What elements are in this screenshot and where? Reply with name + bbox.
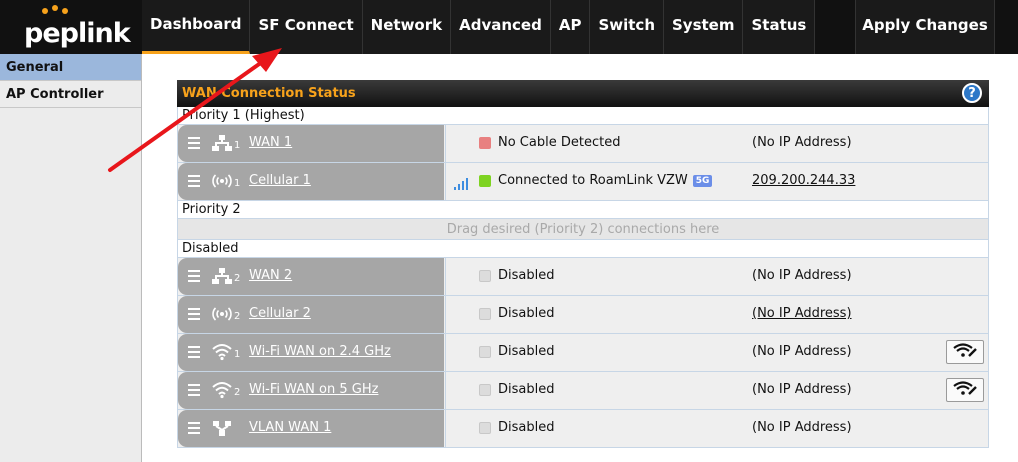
status-cell: Connected to RoamLink VZW 5G <box>445 163 745 200</box>
wan-row-vlan-wan-1: VLAN WAN 1 Disabled (No IP Address) <box>177 410 989 448</box>
connection-name-link[interactable]: Cellular 1 <box>249 173 311 188</box>
connection-name-link[interactable]: Wi-Fi WAN on 5 GHz <box>249 382 378 397</box>
wifi-settings-button[interactable] <box>946 340 984 364</box>
drag-handle-icon[interactable] <box>188 422 200 437</box>
cellular-icon <box>212 305 232 323</box>
network-type-badge: 5G <box>692 175 713 187</box>
wifi-settings-button[interactable] <box>946 378 984 402</box>
connection-handle[interactable]: VLAN WAN 1 <box>178 410 444 447</box>
nav-tab-ap[interactable]: AP <box>550 0 591 54</box>
connection-handle[interactable]: 1 WAN 1 <box>178 125 444 162</box>
status-indicator <box>479 270 491 282</box>
status-indicator <box>479 384 491 396</box>
status-text: Connected to RoamLink VZW 5G <box>498 173 713 188</box>
status-indicator <box>479 308 491 320</box>
connection-name-link[interactable]: Wi-Fi WAN on 2.4 GHz <box>249 344 391 359</box>
status-cell: Disabled <box>445 372 745 409</box>
connection-handle[interactable]: 1 Cellular 1 <box>178 163 444 200</box>
status-indicator <box>479 346 491 358</box>
wan-connection-status-panel: WAN Connection Status ? Priority 1 (High… <box>177 80 989 448</box>
connection-name-link[interactable]: WAN 2 <box>249 268 292 283</box>
status-indicator <box>479 175 491 187</box>
status-text: Disabled <box>498 382 555 397</box>
connection-name-link[interactable]: WAN 1 <box>249 135 292 150</box>
sidebar-item-general[interactable]: General <box>0 54 141 81</box>
cellular-icon <box>212 172 232 190</box>
nav-tab-status[interactable]: Status <box>743 0 816 54</box>
drag-handle-icon[interactable] <box>188 175 200 190</box>
wifi-icon <box>212 343 232 361</box>
connection-index: 2 <box>234 311 241 322</box>
status-text: Disabled <box>498 344 555 359</box>
panel-title: WAN Connection Status <box>182 86 356 101</box>
priority-1-label: Priority 1 (Highest) <box>177 107 989 125</box>
nav-tab-switch[interactable]: Switch <box>590 0 664 54</box>
ip-address: (No IP Address) <box>752 382 852 397</box>
connection-index: 2 <box>234 387 241 398</box>
sidebar-item-ap-controller[interactable]: AP Controller <box>0 81 141 108</box>
ethernet-icon <box>212 134 232 152</box>
connection-index: 1 <box>234 178 241 189</box>
status-text: Disabled <box>498 420 555 435</box>
status-cell: No Cable Detected <box>445 125 745 162</box>
ip-address[interactable]: 209.200.244.33 <box>752 173 855 188</box>
ip-address: (No IP Address) <box>752 135 852 150</box>
logo-text: peplink <box>24 18 131 49</box>
connection-index: 2 <box>234 273 241 284</box>
wan-row-wan-1: 1 WAN 1 No Cable Detected (No IP Address) <box>177 125 989 163</box>
panel-header: WAN Connection Status ? <box>177 80 989 107</box>
signal-strength-icon <box>454 175 470 190</box>
nav-tab-advanced[interactable]: Advanced <box>451 0 551 54</box>
connection-handle[interactable]: 1 Wi-Fi WAN on 2.4 GHz <box>178 334 444 371</box>
ip-address: (No IP Address) <box>752 344 852 359</box>
sidebar: General AP Controller <box>0 54 142 462</box>
wan-row-cellular-1: 1 Cellular 1 Connected to RoamLink VZW 5G 20… <box>177 163 989 201</box>
status-text: No Cable Detected <box>498 135 621 150</box>
ip-address[interactable]: (No IP Address) <box>752 306 852 321</box>
drag-handle-icon[interactable] <box>188 137 200 152</box>
connection-index: 1 <box>234 140 241 151</box>
disabled-label: Disabled <box>177 240 989 258</box>
connection-name-link[interactable]: VLAN WAN 1 <box>249 420 331 435</box>
vlan-icon <box>212 419 232 437</box>
status-cell: Disabled <box>445 296 745 333</box>
priority-2-label: Priority 2 <box>177 201 989 219</box>
peplink-logo[interactable]: peplink <box>10 4 131 50</box>
ethernet-icon <box>212 267 232 285</box>
status-text: Disabled <box>498 268 555 283</box>
connection-handle[interactable]: 2 WAN 2 <box>178 258 444 295</box>
drag-handle-icon[interactable] <box>188 308 200 323</box>
status-cell: Disabled <box>445 410 745 447</box>
status-indicator <box>479 422 491 434</box>
ip-address: (No IP Address) <box>752 420 852 435</box>
wifi-icon <box>212 381 232 399</box>
wifi-edit-icon <box>952 342 978 362</box>
connection-name-link[interactable]: Cellular 2 <box>249 306 311 321</box>
priority-2-drop-zone[interactable]: Drag desired (Priority 2) connections he… <box>177 219 989 240</box>
main-nav: Dashboard SF Connect Network Advanced AP Swit… <box>142 0 816 54</box>
help-icon[interactable]: ? <box>962 83 982 103</box>
wan-row-cellular-2: 2 Cellular 2 Disabled (No IP Address) <box>177 296 989 334</box>
status-text: Disabled <box>498 306 555 321</box>
status-cell: Disabled <box>445 334 745 371</box>
connection-handle[interactable]: 2 Wi-Fi WAN on 5 GHz <box>178 372 444 409</box>
drag-handle-icon[interactable] <box>188 384 200 399</box>
nav-tab-sf-connect[interactable]: SF Connect <box>250 0 363 54</box>
top-navigation-bar: peplink Dashboard SF Connect Network Advanc… <box>0 0 1018 54</box>
nav-tab-dashboard[interactable]: Dashboard <box>142 0 251 54</box>
status-cell: Disabled <box>445 258 745 295</box>
wan-row-wan-2: 2 WAN 2 Disabled (No IP Address) <box>177 258 989 296</box>
wan-row-wi-fi-wan-on-5-ghz: 2 Wi-Fi WAN on 5 GHz Disabled (No IP Addres… <box>177 372 989 410</box>
drag-handle-icon[interactable] <box>188 346 200 361</box>
wan-row-wi-fi-wan-on-2-4-ghz: 1 Wi-Fi WAN on 2.4 GHz Disabled (No IP Addr… <box>177 334 989 372</box>
drag-handle-icon[interactable] <box>188 270 200 285</box>
wifi-edit-icon <box>952 380 978 400</box>
nav-tab-system[interactable]: System <box>664 0 744 54</box>
nav-tab-network[interactable]: Network <box>362 0 452 54</box>
status-indicator <box>479 137 491 149</box>
ip-address: (No IP Address) <box>752 268 852 283</box>
connection-handle[interactable]: 2 Cellular 2 <box>178 296 444 333</box>
connection-index: 1 <box>234 349 241 360</box>
apply-changes-button[interactable]: Apply Changes <box>855 0 995 54</box>
